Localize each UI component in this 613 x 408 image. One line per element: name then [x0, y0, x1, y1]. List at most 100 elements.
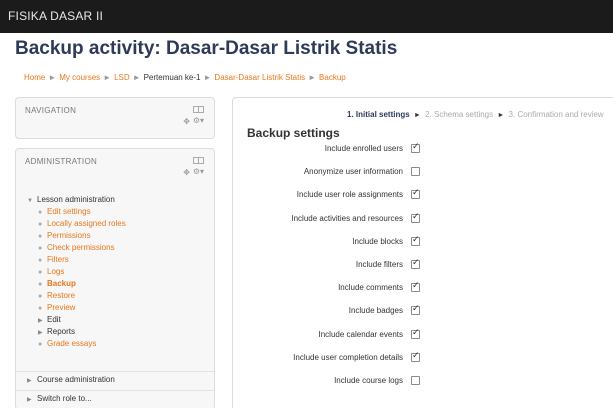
setting-checkbox[interactable] — [411, 142, 420, 153]
setting-row: Include user role assignments — [233, 188, 613, 203]
admin-item-preview[interactable]: ● Preview — [27, 302, 126, 314]
administration-tree: ▼ Lesson administration ● Edit settings ● Lo… — [27, 194, 126, 350]
setting-label: Anonymize user information — [303, 167, 403, 176]
administration-block: ADMINISTRATION ✥ ⚙▾ ▼ Lesson administrati… — [15, 148, 215, 408]
admin-item-edit-settings[interactable]: ● Edit settings — [27, 206, 126, 218]
breadcrumb-item: Pertemuan ke-1 — [143, 73, 201, 82]
setting-row: Include blocks — [233, 235, 613, 250]
switch-role-node[interactable]: ▶ Switch role to... — [27, 394, 92, 403]
progress-arrow-icon: ► — [497, 112, 505, 119]
admin-item-permissions[interactable]: ● Permissions — [27, 230, 126, 242]
admin-item-backup[interactable]: ● Backup — [27, 278, 126, 290]
setting-checkbox[interactable] — [411, 258, 420, 269]
admin-item-locally-assigned-roles[interactable]: ● Locally assigned roles — [27, 218, 126, 230]
setting-label: Include badges — [348, 306, 403, 315]
admin-item-label: Restore — [47, 291, 76, 300]
progress-arrow-icon: ► — [413, 112, 421, 119]
backup-main-region: 1. Initial settings ► 2. Schema settings… — [232, 97, 613, 408]
breadcrumb-item[interactable]: LSD — [114, 73, 130, 82]
admin-item-reports[interactable]: ▶ Reports — [27, 326, 126, 338]
progress-step-confirmation: 3. Confirmation and review — [508, 110, 604, 119]
setting-row: Anonymize user information — [233, 166, 613, 180]
navigation-block-title: NAVIGATION — [25, 106, 77, 115]
divider — [16, 371, 214, 372]
admin-item-logs[interactable]: ● Logs — [27, 266, 126, 278]
administration-block-title: ADMINISTRATION — [25, 157, 98, 166]
top-navbar: FISIKA DASAR II — [0, 0, 613, 33]
progress-step-initial-settings: 1. Initial settings — [347, 110, 410, 119]
setting-row: Include filters — [233, 258, 613, 273]
setting-label: Include blocks — [352, 237, 403, 246]
setting-checkbox[interactable] — [411, 281, 420, 292]
admin-item-check-permissions[interactable]: ● Check permissions — [27, 242, 126, 254]
breadcrumb-item[interactable]: Home — [24, 73, 45, 82]
admin-item-label: Grade essays — [47, 339, 97, 348]
switch-role-label: Switch role to... — [37, 394, 92, 403]
breadcrumb-separator-icon: ► — [103, 73, 112, 82]
dock-block-icon[interactable] — [193, 157, 204, 164]
block-actions-gear-icon[interactable]: ⚙▾ — [193, 167, 204, 176]
setting-checkbox[interactable] — [411, 235, 420, 246]
admin-item-restore[interactable]: ● Restore — [27, 290, 126, 302]
admin-item-grade-essays[interactable]: ● Grade essays — [27, 338, 126, 350]
setting-checkbox[interactable] — [411, 351, 420, 362]
course-administration-node[interactable]: ▶ Course administration — [27, 375, 115, 384]
setting-label: Include user role assignments — [296, 190, 403, 199]
dock-block-icon[interactable] — [193, 106, 204, 113]
admin-item-label: Edit — [47, 315, 61, 324]
setting-checkbox[interactable] — [411, 188, 420, 199]
course-administration-label: Course administration — [37, 375, 115, 384]
admin-item-label: Filters — [47, 255, 69, 264]
setting-label: Include course logs — [334, 376, 403, 385]
page-title: Backup activity: Dasar-Dasar Listrik Sta… — [15, 38, 398, 59]
move-block-icon[interactable]: ✥ — [183, 168, 190, 177]
admin-item-label: Locally assigned roles — [47, 219, 126, 228]
admin-item-edit[interactable]: ▶ Edit — [27, 314, 126, 326]
breadcrumb-item[interactable]: My courses — [59, 73, 100, 82]
setting-row: Include course logs — [233, 375, 613, 389]
setting-row: Include enrolled users — [233, 142, 613, 157]
lesson-administration-label: Lesson administration — [37, 195, 115, 204]
setting-checkbox[interactable] — [411, 167, 420, 176]
setting-checkbox[interactable] — [411, 376, 420, 385]
admin-item-label: Edit settings — [47, 207, 91, 216]
setting-row: Include badges — [233, 304, 613, 319]
setting-row: Include activities and resources — [233, 212, 613, 227]
block-actions-gear-icon[interactable]: ⚙▾ — [193, 116, 204, 125]
breadcrumb-item[interactable]: Dasar-Dasar Listrik Statis — [214, 73, 305, 82]
setting-checkbox[interactable] — [411, 304, 420, 315]
setting-label: Include user completion details — [293, 353, 403, 362]
breadcrumb-separator-icon: ► — [48, 73, 57, 82]
admin-item-label: Reports — [47, 327, 76, 336]
setting-checkbox[interactable] — [411, 212, 420, 223]
admin-item-label: Preview — [47, 303, 76, 312]
setting-row: Include calendar events — [233, 328, 613, 343]
admin-item-filters[interactable]: ● Filters — [27, 254, 126, 266]
admin-item-label: Permissions — [47, 231, 91, 240]
admin-item-label: Backup — [47, 279, 76, 288]
navigation-block: NAVIGATION ✥ ⚙▾ — [15, 97, 215, 139]
setting-label: Include activities and resources — [291, 214, 403, 223]
collapse-arrow-icon: ▼ — [27, 198, 33, 204]
setting-row: Include comments — [233, 281, 613, 296]
bullet-icon: ● — [38, 341, 43, 348]
setting-row: Include user completion details — [233, 351, 613, 366]
setting-label: Include filters — [355, 260, 403, 269]
admin-item-label: Logs — [47, 267, 65, 276]
breadcrumb: Home ► My courses ► LSD ► Pertemuan ke-1 ► Dasar… — [24, 73, 346, 82]
breadcrumb-separator-icon: ► — [203, 73, 212, 82]
progress-step-schema-settings: 2. Schema settings — [425, 110, 494, 119]
setting-label: Include comments — [338, 283, 403, 292]
expand-arrow-icon: ▶ — [27, 397, 32, 403]
setting-label: Include calendar events — [318, 330, 404, 339]
breadcrumb-item[interactable]: Backup — [319, 73, 346, 82]
move-block-icon[interactable]: ✥ — [183, 117, 190, 126]
setting-label: Include enrolled users — [324, 144, 403, 153]
expand-arrow-icon: ▶ — [27, 378, 32, 384]
lesson-administration-node[interactable]: ▼ Lesson administration — [27, 194, 126, 206]
setting-checkbox[interactable] — [411, 328, 420, 339]
admin-item-label: Check permissions — [47, 243, 115, 252]
backup-progress: 1. Initial settings ► 2. Schema settings… — [347, 110, 604, 119]
site-brand-link[interactable]: FISIKA DASAR II — [8, 9, 103, 23]
backup-settings-heading: Backup settings — [247, 126, 340, 140]
